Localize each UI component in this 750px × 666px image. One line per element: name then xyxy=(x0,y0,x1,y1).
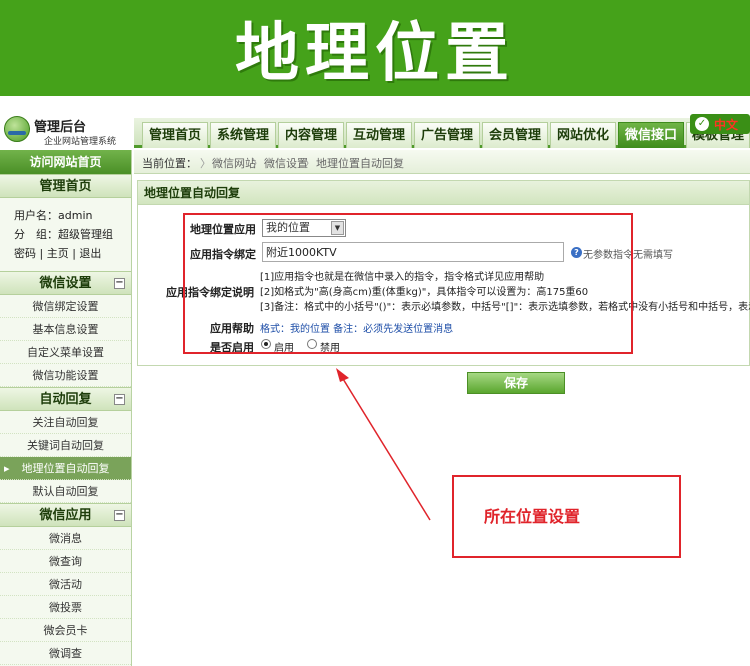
annotation-text: 所在位置设置 xyxy=(484,507,581,526)
annotation-arrow xyxy=(336,368,431,521)
